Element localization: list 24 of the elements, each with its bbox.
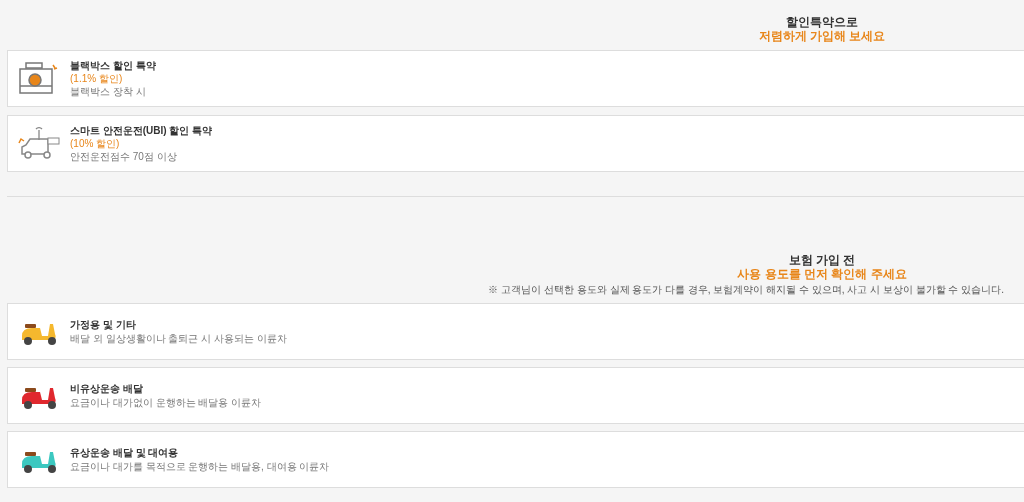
discount-card[interactable]: 스마트 안전운전(UBI) 할인 특약 (10% 할인) 안전운전점수 70점 이상 [7,115,1024,172]
section-heading: 보험 가입 전 [788,253,856,267]
usage-notice: ※ 고객님이 선택한 용도와 실제 용도가 다를 경우, 보험계약이 해지될 수 있으며, 사고 시 보상이 불가할 수 있습니다. [488,284,1004,296]
usage-card[interactable]: 비유상운송 배달 요금이나 대가없이 운행하는 배달용 이륜차 [7,367,1024,424]
car-icon [18,126,60,161]
card-description: 요금이나 대가를 목적으로 운행하는 배달용, 대여용 이륜차 [70,460,330,473]
card-title: 유상운송 배달 및 대여용 [70,446,180,460]
card-condition: 안전운전점수 70점 이상 [70,150,178,163]
card-title: 비유상운송 배달 [70,382,144,396]
section-subheading: 저렴하게 가입해 보세요 [758,29,886,44]
usage-card[interactable]: 유상운송 배달 및 대여용 요금이나 대가를 목적으로 운행하는 배달용, 대여용 이륜차 [7,431,1024,488]
section-subheading: 사용 용도를 먼저 확인해 주세요 [737,267,907,282]
discount-card[interactable]: 블랙박스 할인 특약 (1.1% 할인) 블랙박스 장착 시 [7,50,1024,107]
usage-card[interactable]: 가정용 및 기타 배달 외 일상생활이나 출퇴근 시 사용되는 이륜차 [7,303,1024,360]
card-condition: 블랙박스 장착 시 [70,85,147,98]
card-title: 가정용 및 기타 [70,318,137,332]
card-title: 블랙박스 할인 특약 [70,59,156,72]
card-title: 스마트 안전운전(UBI) 할인 특약 [70,124,213,137]
section-heading: 할인특약으로 [786,15,858,29]
discount-rate: (10% 할인) [70,137,121,150]
discount-rate: (1.1% 할인) [70,72,124,85]
dashcam-icon [18,61,60,96]
card-description: 요금이나 대가없이 운행하는 배달용 이륜차 [70,396,262,409]
card-description: 배달 외 일상생활이나 출퇴근 시 사용되는 이륜차 [70,332,287,345]
